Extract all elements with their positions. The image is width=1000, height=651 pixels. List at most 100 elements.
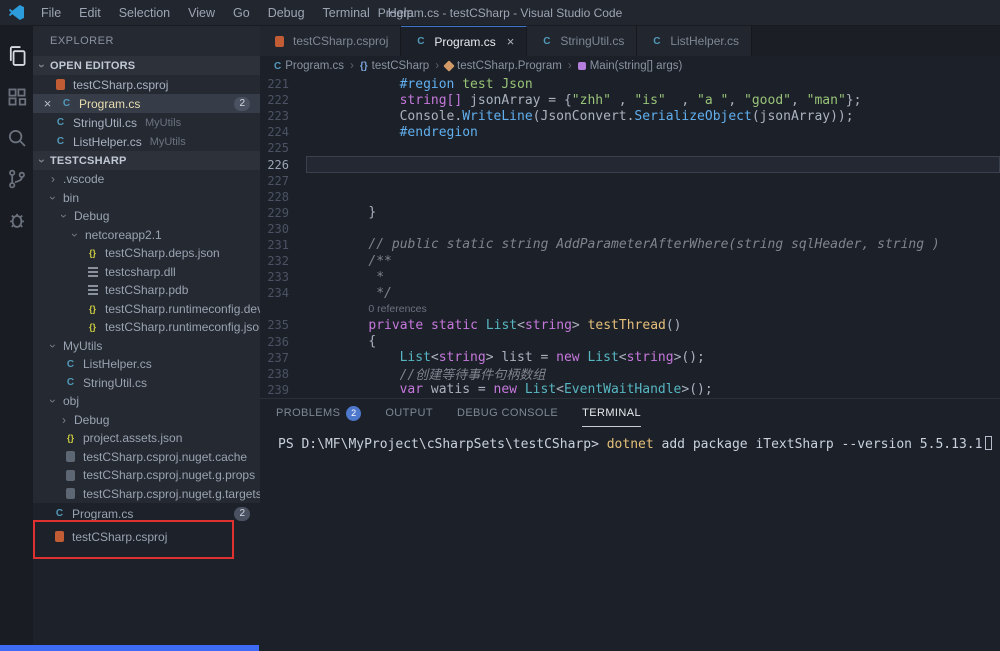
line-number: 222 [260, 93, 306, 107]
open-editor-label: StringUtil.cs [73, 116, 137, 130]
open-editor-item-listhelper-cs[interactable]: CListHelper.csMyUtils [33, 132, 260, 151]
menu-go[interactable]: Go [224, 0, 259, 26]
tree-item-testcsharp-csproj-nuget-g-targets[interactable]: testCSharp.csproj.nuget.g.targets [33, 485, 260, 504]
open-editor-item-stringutil-cs[interactable]: CStringUtil.csMyUtils [33, 113, 260, 132]
code-line[interactable]: 230 [260, 221, 1000, 237]
line-number: 226 [260, 158, 306, 172]
debug-icon[interactable] [5, 208, 29, 232]
menu-view[interactable]: View [179, 0, 224, 26]
code-line[interactable]: 228 [260, 189, 1000, 205]
menubar: FileEditSelectionViewGoDebugTerminalHelp [32, 0, 423, 26]
code-line[interactable]: 239var watis = new List<EventWaitHandle>… [260, 382, 1000, 398]
files-icon[interactable] [5, 44, 29, 68]
cs-file-icon: C [52, 506, 67, 521]
project-section-header[interactable]: › TESTCSHARP [33, 151, 260, 170]
breadcrumb-item-program-cs[interactable]: CProgram.cs [274, 60, 344, 72]
code-text: Console.WriteLine(JsonConvert.SerializeO… [306, 109, 854, 124]
line-number: 231 [260, 238, 306, 252]
line-number: 235 [260, 318, 306, 332]
tab-stringutil-cs[interactable]: CStringUtil.cs [527, 26, 637, 56]
close-icon[interactable]: × [507, 34, 515, 49]
code-line[interactable]: 229} [260, 205, 1000, 221]
tree-item-listhelper-cs[interactable]: CListHelper.cs [33, 355, 260, 374]
panel-tab-label: PROBLEMS [276, 407, 340, 419]
code-editor[interactable]: 221#region test Json222string[] jsonArra… [260, 76, 1000, 398]
code-line[interactable]: 235private static List<string> testThrea… [260, 317, 1000, 333]
panel-tab-problems[interactable]: PROBLEMS2 [276, 399, 361, 427]
line-number: 234 [260, 286, 306, 300]
window-title: Program.cs - testCSharp - Visual Studio … [378, 0, 623, 26]
tree-item-debug[interactable]: ›Debug [33, 207, 260, 226]
tab-testcsharp-csproj[interactable]: testCSharp.csproj [260, 26, 401, 56]
panel-tab-output[interactable]: OUTPUT [385, 399, 433, 427]
code-line[interactable]: 236{ [260, 334, 1000, 350]
tree-item-obj[interactable]: ›obj [33, 392, 260, 411]
code-line[interactable]: 238//创建等待事件句柄数组 [260, 366, 1000, 382]
tree-item-vscode[interactable]: ›.vscode [33, 170, 260, 189]
tree-item-testcsharp-dll[interactable]: testcsharp.dll [33, 263, 260, 282]
code-line[interactable]: 225 [260, 140, 1000, 156]
modified-badge: 2 [234, 507, 250, 521]
code-line-body [306, 221, 1000, 237]
tree-item-debug[interactable]: ›Debug [33, 411, 260, 430]
code-text: * [306, 270, 384, 285]
menu-file[interactable]: File [32, 0, 70, 26]
source-control-icon[interactable] [5, 167, 29, 191]
code-line[interactable]: 221#region test Json [260, 76, 1000, 92]
search-icon[interactable] [5, 126, 29, 150]
open-editor-item-program-cs[interactable]: ×CProgram.cs2 [33, 94, 260, 113]
tree-item-label: testCSharp.csproj.nuget.g.targets [83, 487, 260, 501]
code-text: // public static string AddParameterAfte… [306, 237, 940, 252]
tree-item-testcsharp-runtimeconfig-dev-json[interactable]: {}testCSharp.runtimeconfig.dev.json [33, 300, 260, 319]
tree-item-testcsharp-deps-json[interactable]: {}testCSharp.deps.json [33, 244, 260, 263]
code-line[interactable]: 0 references [260, 301, 1000, 317]
open-editors-header[interactable]: › OPEN EDITORS [33, 56, 260, 75]
tree-item-bin[interactable]: ›bin [33, 189, 260, 208]
code-line[interactable]: 234*/ [260, 285, 1000, 301]
code-line[interactable]: 233* [260, 269, 1000, 285]
code-line[interactable]: 222string[] jsonArray = {"zhh" , "is" , … [260, 92, 1000, 108]
tree-item-testcsharp-csproj-nuget-cache[interactable]: testCSharp.csproj.nuget.cache [33, 448, 260, 467]
tree-item-label: testCSharp.runtimeconfig.json [105, 320, 260, 334]
code-line[interactable]: 232/** [260, 253, 1000, 269]
code-line[interactable]: 226 [260, 156, 1000, 172]
panel-tab-terminal[interactable]: TERMINAL [582, 399, 641, 427]
menu-edit[interactable]: Edit [70, 0, 110, 26]
code-text: */ [306, 286, 392, 301]
tree-item-netcoreapp2-1[interactable]: ›netcoreapp2.1 [33, 226, 260, 245]
menu-debug[interactable]: Debug [259, 0, 314, 26]
code-line[interactable]: 224#endregion [260, 124, 1000, 140]
tree-item-testcsharp-csproj-nuget-g-props[interactable]: testCSharp.csproj.nuget.g.props [33, 466, 260, 485]
terminal[interactable]: PS D:\MF\MyProject\cSharpSets\testCSharp… [260, 427, 1000, 651]
tab-listhelper-cs[interactable]: CListHelper.cs [637, 26, 752, 56]
menu-selection[interactable]: Selection [110, 0, 179, 26]
code-line[interactable]: 231// public static string AddParameterA… [260, 237, 1000, 253]
line-number: 224 [260, 125, 306, 139]
tree-item-testcsharp-csproj[interactable]: testCSharp.csproj [33, 527, 260, 546]
breadcrumb-item-main-string-args[interactable]: Main(string[] args) [578, 60, 683, 72]
code-line[interactable]: 227 [260, 173, 1000, 189]
tree-item-testcsharp-pdb[interactable]: testCSharp.pdb [33, 281, 260, 300]
tab-program-cs[interactable]: CProgram.cs× [401, 26, 527, 56]
tree-item-stringutil-cs[interactable]: CStringUtil.cs [33, 374, 260, 393]
tree-item-myutils[interactable]: ›MyUtils [33, 337, 260, 356]
open-editors-label: OPEN EDITORS [50, 60, 135, 72]
code-line-body [306, 189, 1000, 205]
breadcrumb-label: Main(string[] args) [590, 60, 683, 72]
panel-tab-debug-console[interactable]: DEBUG CONSOLE [457, 399, 558, 427]
tree-item-testcsharp-runtimeconfig-json[interactable]: {}testCSharp.runtimeconfig.json [33, 318, 260, 337]
breadcrumb-label: Program.cs [285, 60, 344, 72]
line-number: 232 [260, 254, 306, 268]
menu-terminal[interactable]: Terminal [314, 0, 379, 26]
breadcrumb-item-testcsharp-program[interactable]: testCSharp.Program [445, 60, 562, 72]
tree-item-project-assets-json[interactable]: {}project.assets.json [33, 429, 260, 448]
tree-item-program-cs[interactable]: CProgram.cs2 [33, 504, 260, 523]
line-number: 238 [260, 367, 306, 381]
extensions-icon[interactable] [5, 85, 29, 109]
open-editor-item-testcsharp-csproj[interactable]: testCSharp.csproj [33, 75, 260, 94]
tree-item-label: testCSharp.runtimeconfig.dev.json [105, 302, 260, 316]
breadcrumb-item-testcsharp[interactable]: {}testCSharp [360, 60, 429, 72]
close-icon[interactable]: × [41, 96, 54, 111]
breadcrumb: CProgram.cs›{}testCSharp›testCSharp.Prog… [260, 56, 1000, 76]
code-line[interactable]: 223Console.WriteLine(JsonConvert.Seriali… [260, 108, 1000, 124]
